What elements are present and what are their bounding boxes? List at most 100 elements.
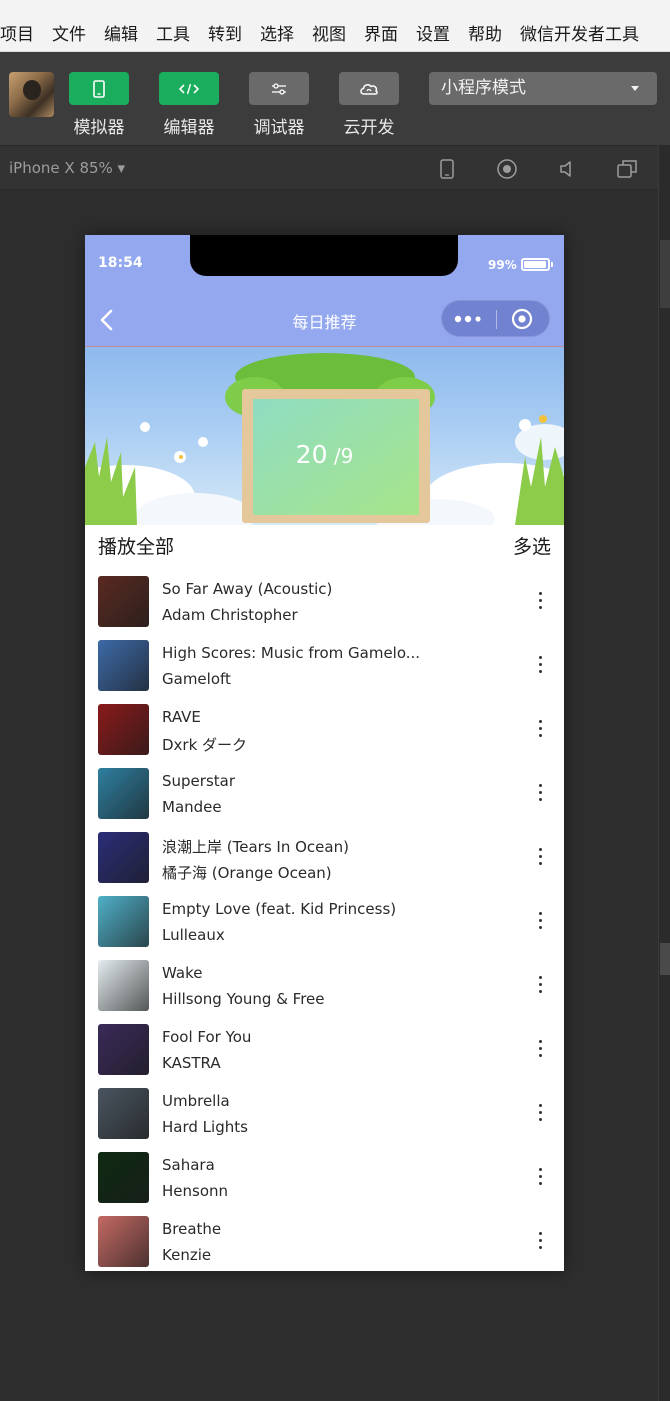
device-selector[interactable]: iPhone X 85% ▾ [9, 159, 125, 177]
song-title: Sahara [162, 1156, 215, 1174]
debugger-button[interactable] [249, 72, 309, 105]
phone-outline-icon[interactable] [436, 158, 458, 180]
device-bar: iPhone X 85% ▾ [0, 145, 658, 190]
song-title: So Far Away (Acoustic) [162, 580, 333, 598]
song-artist: Dxrk ダーク [162, 736, 248, 754]
capsule-menu [441, 300, 550, 337]
menu-item-project[interactable]: 项目 [0, 20, 34, 45]
song-artist: Gameloft [162, 670, 231, 688]
mode-select[interactable]: 小程序模式 [429, 72, 657, 105]
song-title: Fool For You [162, 1028, 252, 1046]
more-options-icon[interactable] [534, 848, 546, 868]
more-options-icon[interactable] [534, 592, 546, 612]
song-artist: 橘子海 (Orange Ocean) [162, 864, 332, 882]
list-item[interactable]: 浪潮上岸 (Tears In Ocean) 橘子海 (Orange Ocean) [85, 831, 564, 895]
song-title: RAVE [162, 708, 201, 726]
album-cover [98, 832, 149, 883]
list-item[interactable]: High Scores: Music from Gamelo... Gamelof… [85, 639, 564, 703]
menu-bar: 项目 文件 编辑 工具 转到 选择 视图 界面 设置 帮助 微信开发者工具 [0, 14, 670, 52]
menu-item-view[interactable]: 视图 [312, 20, 346, 45]
menu-item-tools[interactable]: 工具 [156, 20, 190, 45]
debugger-label: 调试器 [253, 118, 305, 138]
daily-banner: 20 /9 [85, 347, 564, 525]
menu-item-edit[interactable]: 编辑 [104, 20, 138, 45]
status-bar: 18:54 99% [85, 235, 564, 290]
list-item[interactable]: Sahara Hensonn [85, 1151, 564, 1215]
list-item[interactable]: So Far Away (Acoustic) Adam Christopher [85, 575, 564, 639]
window-title-strip [0, 0, 670, 14]
date-display: 20 /9 [85, 440, 564, 469]
simulator-button[interactable] [69, 72, 129, 105]
editor-button[interactable] [159, 72, 219, 105]
menu-item-file[interactable]: 文件 [52, 20, 86, 45]
list-item[interactable]: Empty Love (feat. Kid Princess) Lulleaux [85, 895, 564, 959]
simulator-tool[interactable]: 模拟器 [69, 72, 129, 138]
editor-tool[interactable]: 编辑器 [159, 72, 219, 138]
song-title: Empty Love (feat. Kid Princess) [162, 900, 397, 918]
cloud-icon [360, 83, 378, 95]
song-list: So Far Away (Acoustic) Adam Christopher Hi… [85, 575, 564, 1271]
song-artist: Adam Christopher [162, 606, 298, 624]
cloud-label: 云开发 [343, 118, 395, 138]
simulator-label: 模拟器 [73, 118, 125, 138]
scrollbar-thumb-secondary[interactable] [660, 943, 670, 975]
menu-item-interface[interactable]: 界面 [364, 20, 398, 45]
list-item[interactable]: Fool For You KASTRA [85, 1023, 564, 1087]
date-separator: / [327, 444, 341, 468]
record-icon[interactable] [496, 158, 518, 180]
status-time: 18:54 [98, 255, 143, 271]
more-options-icon[interactable] [534, 656, 546, 676]
more-dots-icon[interactable] [454, 313, 484, 325]
editor-label: 编辑器 [163, 118, 215, 138]
list-item[interactable]: Superstar Mandee [85, 767, 564, 831]
play-all-button[interactable]: 播放全部 [98, 532, 174, 559]
album-cover [98, 1152, 149, 1203]
menu-item-devtools[interactable]: 微信开发者工具 [520, 20, 639, 45]
menu-item-select[interactable]: 选择 [260, 20, 294, 45]
speaker-icon[interactable] [556, 158, 578, 180]
scrollbar-track[interactable] [658, 145, 670, 1401]
menu-item-settings[interactable]: 设置 [416, 20, 450, 45]
cloud-tool[interactable]: 云开发 [339, 72, 399, 138]
more-options-icon[interactable] [534, 1040, 546, 1060]
song-title: Umbrella [162, 1092, 230, 1110]
song-artist: Mandee [162, 798, 222, 816]
list-item[interactable]: Wake Hillsong Young & Free [85, 959, 564, 1023]
album-cover [98, 1216, 149, 1267]
album-cover [98, 896, 149, 947]
menu-item-help[interactable]: 帮助 [468, 20, 502, 45]
album-cover [98, 960, 149, 1011]
list-item[interactable]: Breathe Kenzie [85, 1215, 564, 1271]
more-options-icon[interactable] [534, 912, 546, 932]
album-cover [98, 640, 149, 691]
list-item[interactable]: RAVE Dxrk ダーク [85, 703, 564, 767]
more-options-icon[interactable] [534, 784, 546, 804]
date-month: 9 [340, 444, 354, 468]
album-cover [98, 768, 149, 819]
close-target-icon[interactable] [511, 308, 533, 330]
more-options-icon[interactable] [534, 976, 546, 996]
multi-select-button[interactable]: 多选 [513, 532, 551, 559]
avatar[interactable] [9, 72, 54, 117]
song-artist: Hensonn [162, 1182, 229, 1200]
more-options-icon[interactable] [534, 720, 546, 740]
debugger-tool[interactable]: 调试器 [249, 72, 309, 138]
window-icon[interactable] [616, 158, 638, 180]
menu-item-goto[interactable]: 转到 [208, 20, 242, 45]
song-artist: Hard Lights [162, 1118, 248, 1136]
mode-select-value: 小程序模式 [441, 78, 526, 98]
album-cover [98, 704, 149, 755]
scrollbar-thumb[interactable] [660, 240, 670, 308]
date-day: 20 [295, 440, 328, 469]
more-options-icon[interactable] [534, 1232, 546, 1252]
list-item[interactable]: Umbrella Hard Lights [85, 1087, 564, 1151]
song-artist: Lulleaux [162, 926, 225, 944]
song-artist: KASTRA [162, 1054, 221, 1072]
cloud-button[interactable] [339, 72, 399, 105]
more-options-icon[interactable] [534, 1104, 546, 1124]
battery-percent: 99% [488, 258, 517, 272]
more-options-icon[interactable] [534, 1168, 546, 1188]
list-header: 播放全部 多选 [85, 525, 564, 567]
song-title: Superstar [162, 772, 236, 790]
song-title: 浪潮上岸 (Tears In Ocean) [162, 838, 349, 856]
